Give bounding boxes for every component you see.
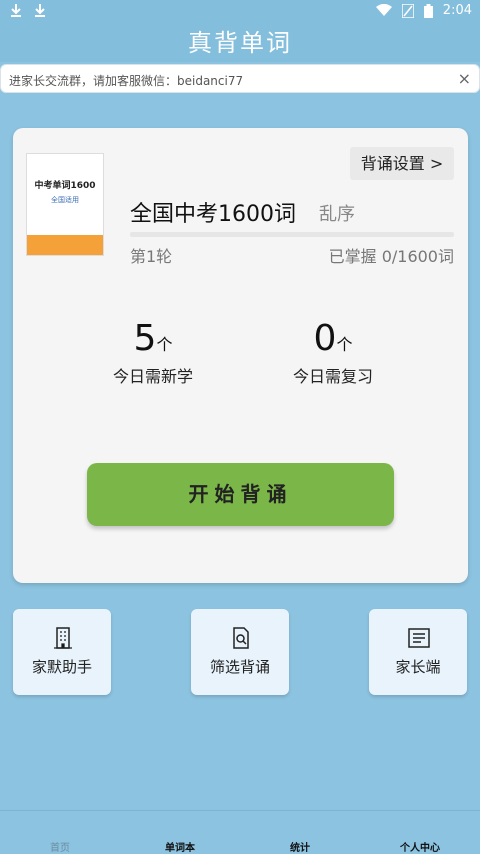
family-dictation-label: 家默助手 — [31, 658, 92, 676]
status-left — [10, 4, 46, 18]
nav-wordbook[interactable]: 单词本 — [120, 839, 240, 854]
new-words-stat: 5个 今日需新学 — [88, 318, 218, 387]
parent-portal-button[interactable]: 家长端 — [369, 609, 467, 695]
review-words-label: 今日需复习 — [292, 367, 373, 386]
review-words-stat: 0个 今日需复习 — [268, 318, 398, 387]
app-title: 真背单词 — [188, 29, 292, 57]
building-icon — [54, 627, 72, 649]
nav-statistics[interactable]: 统计 — [240, 839, 360, 854]
nav-home[interactable]: 首页 — [0, 839, 120, 854]
notice-banner: 进家长交流群，请加客服微信：beidanci77 × — [0, 64, 480, 93]
new-words-count: 5 — [133, 318, 157, 359]
family-dictation-button[interactable]: 家默助手 — [13, 609, 111, 695]
book-cover-band — [27, 235, 103, 255]
study-card: 中考单词1600 全国适用 背诵设置 > 全国中考1600词 乱序 第1轮 已掌… — [13, 128, 468, 583]
book-title: 全国中考1600词 — [130, 202, 296, 227]
document-search-icon — [233, 627, 249, 649]
wifi-icon — [375, 4, 392, 16]
download-icon — [11, 4, 21, 17]
mastery-progress-bar — [130, 232, 454, 237]
mastered-count: 已掌握 0/1600词 — [328, 247, 454, 266]
bottom-nav: 首页 单词本 统计 个人中心 — [0, 810, 480, 854]
recite-settings-button[interactable]: 背诵设置 > — [350, 147, 454, 180]
nav-profile[interactable]: 个人中心 — [360, 839, 480, 854]
new-words-label: 今日需新学 — [112, 367, 193, 386]
battery-icon — [423, 3, 433, 18]
review-words-count: 0 — [313, 318, 337, 359]
download-icon — [35, 4, 45, 17]
filter-recite-button[interactable]: 筛选背诵 — [191, 609, 289, 695]
close-icon[interactable]: × — [458, 69, 471, 88]
book-cover-subtitle: 全国适用 — [51, 196, 79, 204]
order-mode-label[interactable]: 乱序 — [319, 200, 355, 226]
filter-recite-label: 筛选背诵 — [209, 658, 270, 676]
book-cover-title: 中考单词1600 — [34, 181, 96, 191]
app-bar: 真背单词 — [0, 24, 480, 62]
list-document-icon — [408, 628, 430, 648]
parent-portal-label: 家长端 — [395, 658, 441, 676]
status-bar: 2:04 — [0, 0, 480, 24]
review-words-unit: 个 — [336, 335, 353, 354]
new-words-unit: 个 — [156, 335, 173, 354]
round-label: 第1轮 — [130, 247, 173, 266]
book-cover[interactable]: 中考单词1600 全国适用 — [26, 153, 104, 256]
signal-icon — [401, 3, 414, 18]
notice-text: 进家长交流群，请加客服微信：beidanci77 — [9, 74, 244, 88]
status-right: 2:04 — [375, 3, 472, 18]
start-recite-button[interactable]: 开始背诵 — [87, 463, 394, 526]
status-time: 2:04 — [442, 3, 472, 18]
